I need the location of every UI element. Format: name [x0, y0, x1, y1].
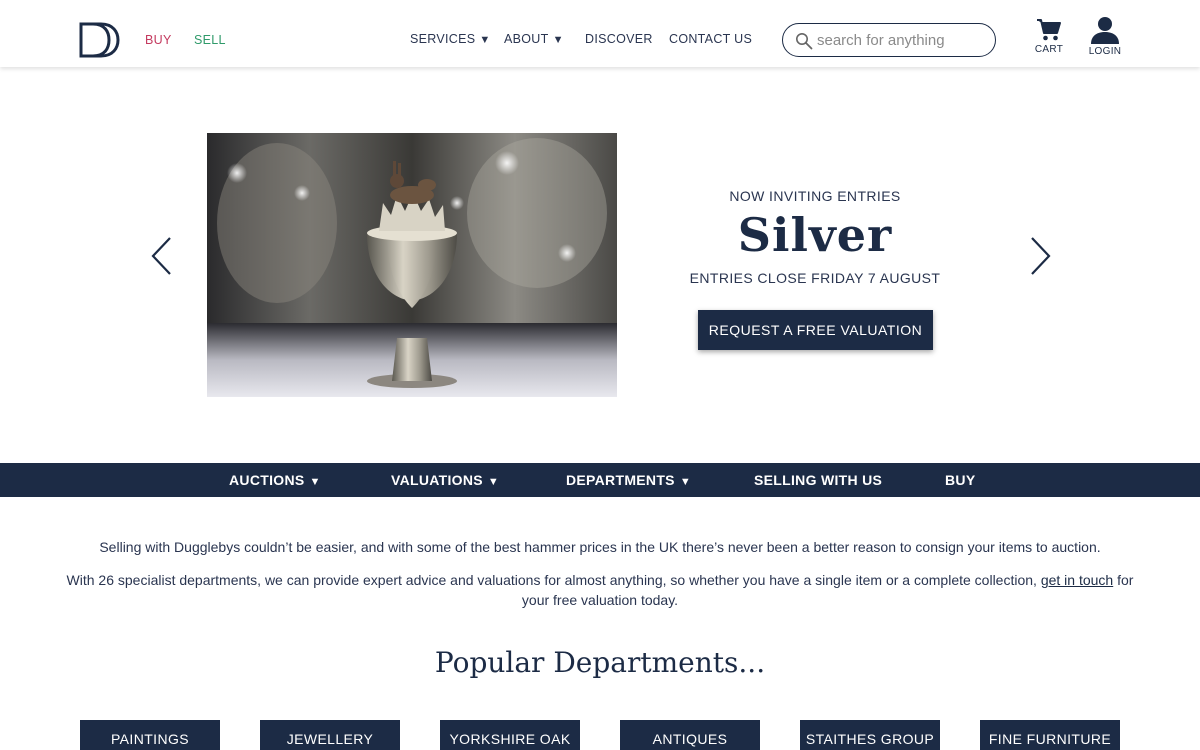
subnav-valuations-label: VALUATIONS [391, 472, 483, 488]
hero-kicker: NOW INVITING ENTRIES [729, 188, 901, 204]
dept-button-jewellery[interactable]: JEWELLERY [260, 720, 400, 750]
dept-button-staithes-group[interactable]: STAITHES GROUP [800, 720, 940, 750]
cart-label: CART [1034, 44, 1064, 55]
dept-button-fine-furniture[interactable]: FINE FURNITURE [980, 720, 1120, 750]
dept-button-yorkshire-oak[interactable]: YORKSHIRE OAK [440, 720, 580, 750]
secondary-nav: AUCTIONS ▼ VALUATIONS ▼ DEPARTMENTS ▼ SELLI… [0, 463, 1200, 497]
nav-about-label: ABOUT [504, 32, 549, 46]
hero-subtitle: ENTRIES CLOSE FRIDAY 7 AUGUST [689, 270, 941, 286]
chevron-left-icon[interactable] [150, 236, 172, 276]
subnav-valuations[interactable]: VALUATIONS ▼ [391, 472, 499, 488]
user-icon [1091, 17, 1119, 44]
subnav-selling-label: SELLING WITH US [754, 472, 883, 488]
nav-discover[interactable]: DISCOVER [585, 32, 653, 46]
intro-paragraph-2-text: With 26 specialist departments, we can p… [66, 572, 1037, 588]
buy-link[interactable]: BUY [145, 33, 172, 47]
nav-contact-us[interactable]: CONTACT US [669, 32, 752, 46]
caret-down-icon: ▼ [479, 34, 491, 46]
nav-about[interactable]: ABOUT ▼ [504, 32, 564, 46]
subnav-departments[interactable]: DEPARTMENTS ▼ [566, 472, 691, 488]
cart-icon [1037, 19, 1061, 41]
search-box[interactable] [782, 23, 996, 57]
site-header: BUY SELL SERVICES ▼ ABOUT ▼ DISCOVER CONTA… [0, 0, 1200, 67]
caret-down-icon: ▼ [309, 476, 321, 488]
request-valuation-button[interactable]: REQUEST A FREE VALUATION [698, 310, 933, 350]
search-input[interactable] [817, 29, 987, 51]
subnav-auctions-label: AUCTIONS [229, 472, 305, 488]
subnav-auctions[interactable]: AUCTIONS ▼ [229, 472, 321, 488]
subnav-selling-with-us[interactable]: SELLING WITH US [754, 472, 882, 488]
chevron-right-icon[interactable] [1030, 236, 1052, 276]
dept-button-antiques[interactable]: ANTIQUES [620, 720, 760, 750]
nav-services-label: SERVICES [410, 32, 476, 46]
nav-services[interactable]: SERVICES ▼ [410, 32, 491, 46]
caret-down-icon: ▼ [679, 476, 692, 488]
login-button[interactable]: LOGIN [1084, 17, 1126, 57]
cart-button[interactable]: CART [1030, 18, 1068, 55]
popular-departments-heading: Popular Departments... [434, 646, 766, 679]
caret-down-icon: ▼ [552, 34, 564, 46]
sell-link[interactable]: SELL [194, 33, 226, 47]
dept-button-paintings[interactable]: PAINTINGS [80, 720, 220, 750]
hero-image-silver-egg-cup [207, 133, 617, 397]
search-icon [796, 33, 813, 50]
subnav-departments-label: DEPARTMENTS [566, 472, 675, 488]
caret-down-icon: ▼ [487, 476, 500, 488]
subnav-buy[interactable]: BUY [945, 472, 975, 488]
hero-title: Silver [737, 208, 893, 262]
subnav-buy-label: BUY [945, 472, 976, 488]
intro-paragraph-1: Selling with Dugglebys couldn’t be easie… [99, 539, 1101, 555]
login-label: LOGIN [1088, 46, 1122, 57]
nav-contact-label: CONTACT US [669, 32, 753, 46]
get-in-touch-link[interactable]: get in touch [1041, 572, 1113, 588]
nav-discover-label: DISCOVER [585, 32, 653, 46]
logo-icon[interactable] [79, 22, 121, 58]
intro-paragraph-2: With 26 specialist departments, we can p… [60, 570, 1140, 610]
